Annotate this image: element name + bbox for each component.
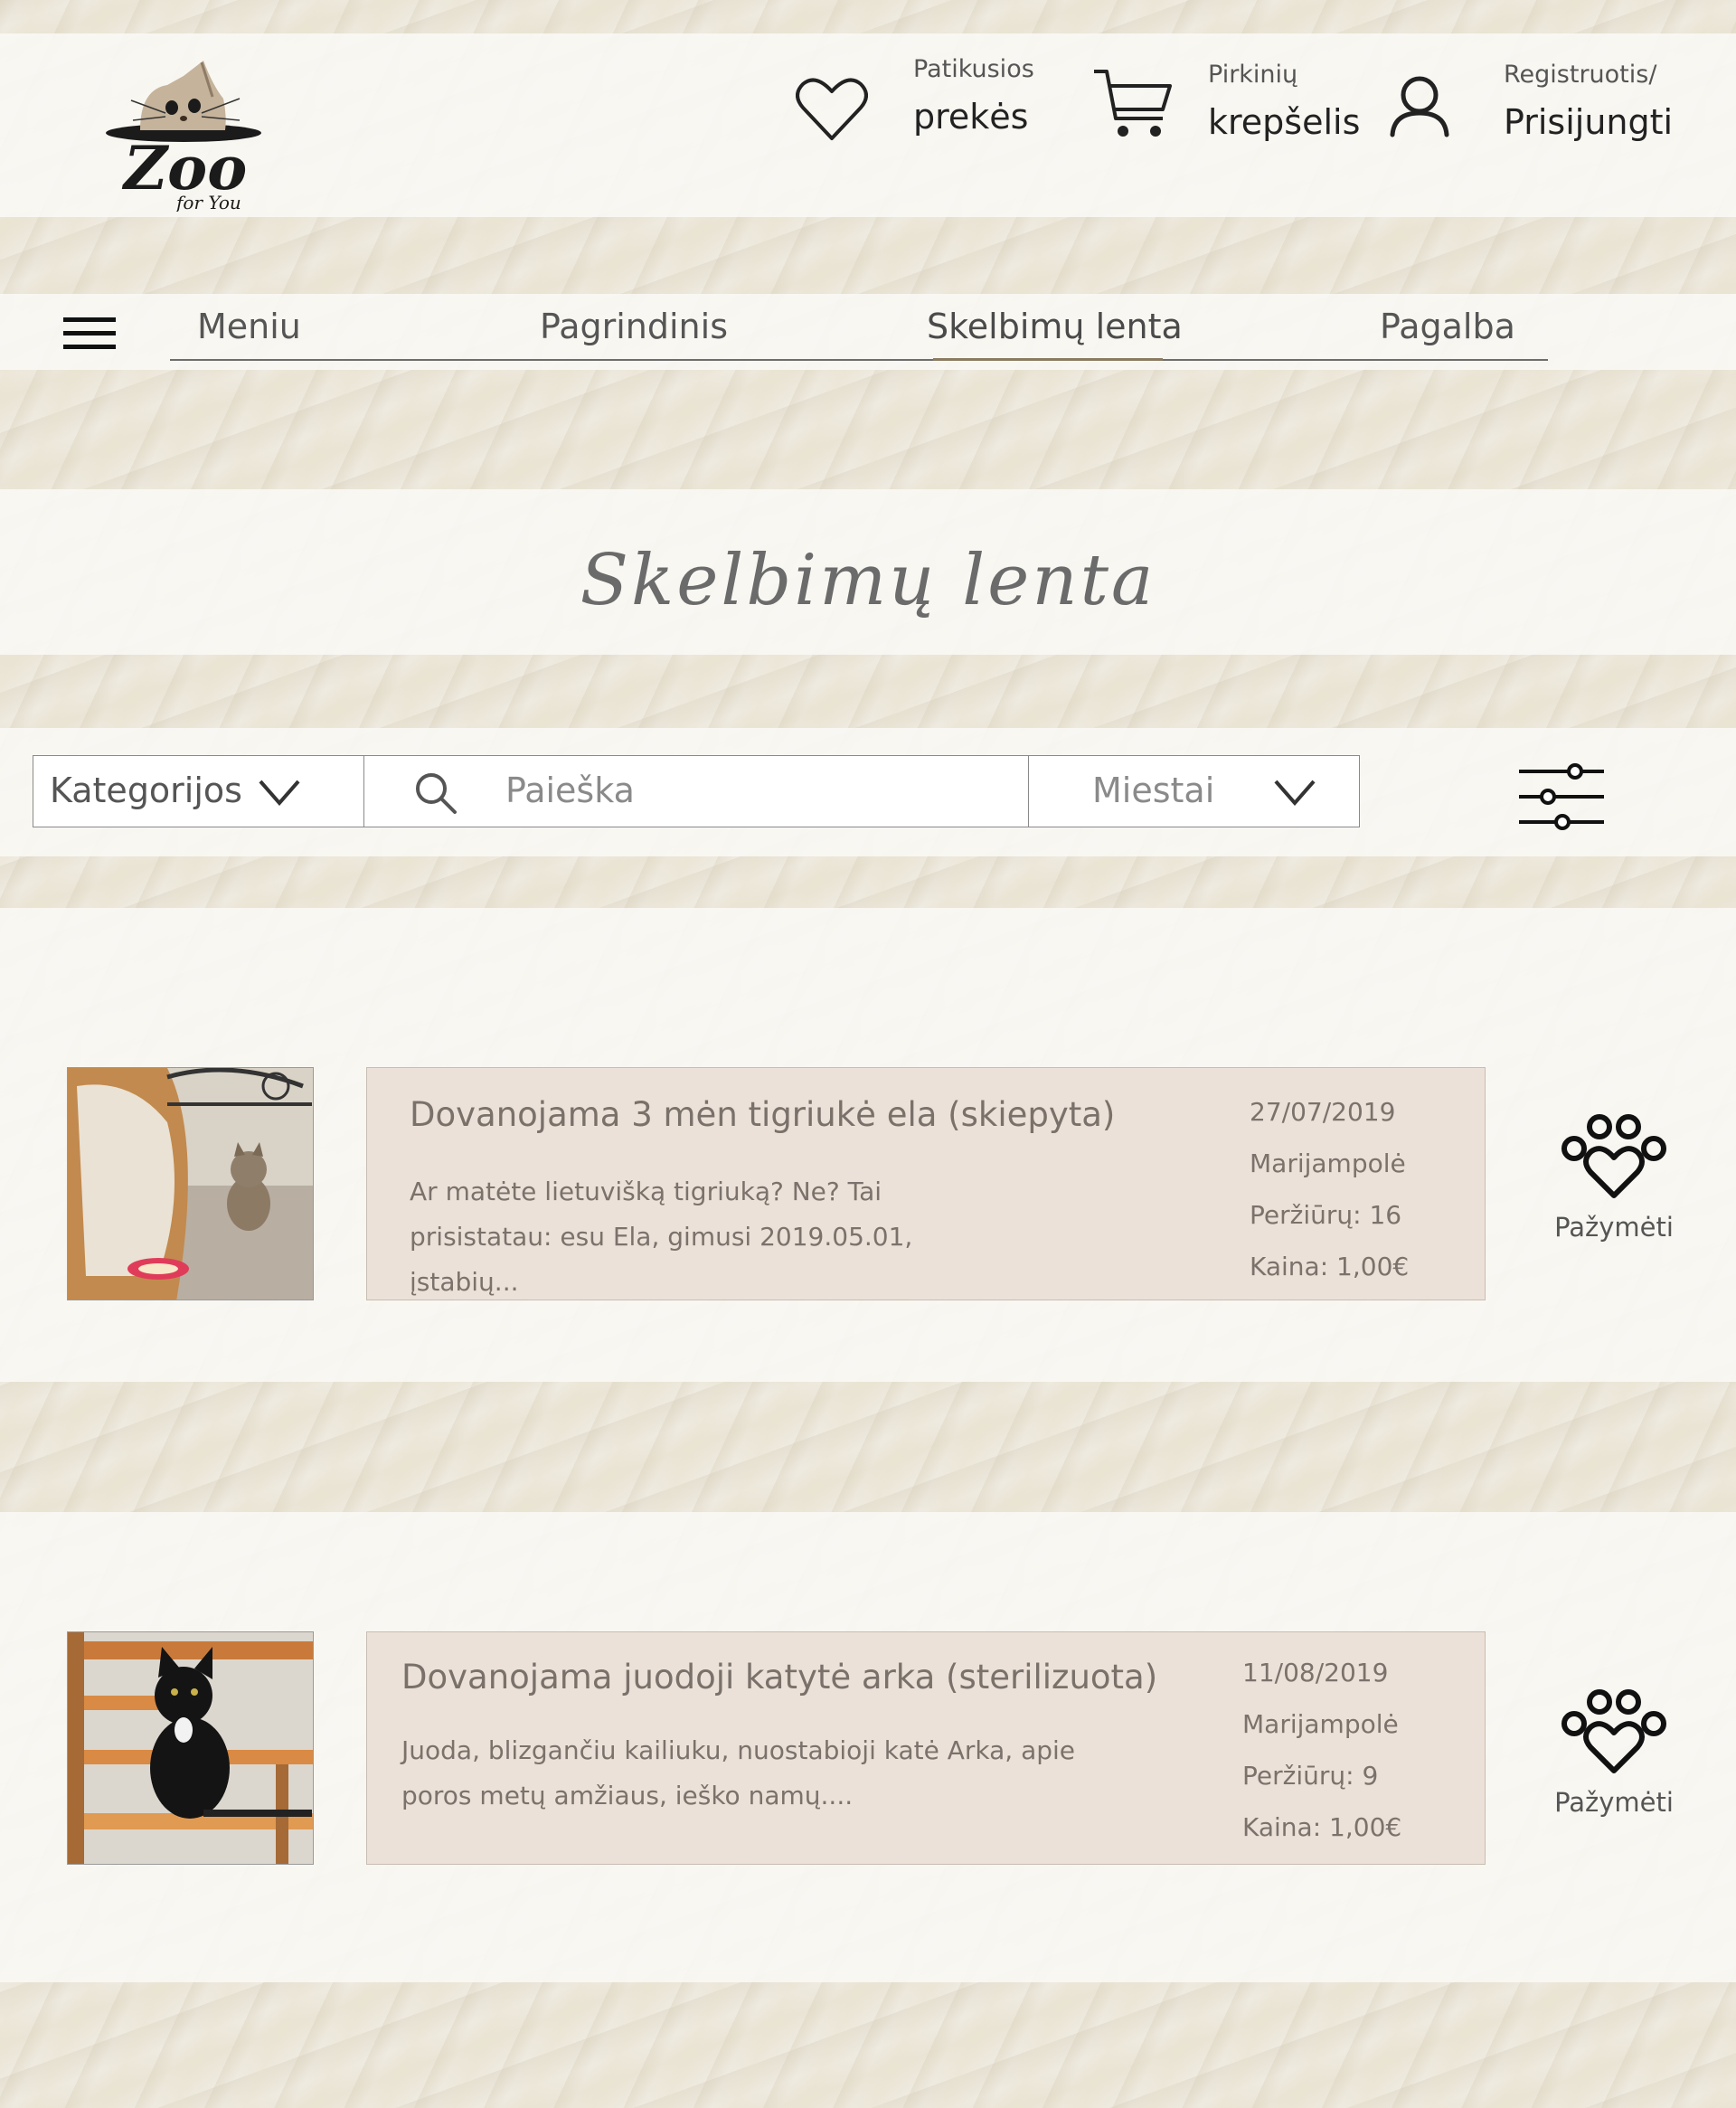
mark-listing-label: Pažymėti xyxy=(1554,1212,1674,1243)
favorites-label-small[interactable]: Patikusios xyxy=(913,55,1034,83)
favorites-label-big[interactable]: prekės xyxy=(913,97,1028,137)
nav-item-meniu[interactable]: Meniu xyxy=(197,307,301,346)
cart-icon[interactable] xyxy=(1092,66,1174,144)
listing-photo-black-cat[interactable] xyxy=(67,1631,314,1865)
nav-item-skelbimu-lenta[interactable]: Skelbimų lenta xyxy=(927,307,1183,346)
listing-card[interactable]: Dovanojama juodoji katytė arka (steriliz… xyxy=(366,1631,1486,1865)
logo-subtext: for You xyxy=(175,192,241,212)
search-box[interactable]: Paieška xyxy=(363,755,1029,827)
chevron-down-icon xyxy=(258,778,301,807)
listing-views: Peržiūrų: 16 xyxy=(1250,1200,1402,1230)
chevron-down-icon xyxy=(1273,778,1316,807)
hamburger-icon[interactable] xyxy=(63,316,116,352)
heart-icon[interactable] xyxy=(796,73,868,142)
filter-settings-icon[interactable] xyxy=(1517,761,1604,833)
listing-price: Kaina: 1,00€ xyxy=(1250,1252,1410,1281)
nav-item-pagrindinis[interactable]: Pagrindinis xyxy=(540,307,728,346)
listing-views: Peržiūrų: 9 xyxy=(1242,1761,1379,1791)
listing-city: Marijampolė xyxy=(1242,1709,1399,1739)
city-select-value: Miestai xyxy=(1092,770,1215,810)
search-input[interactable]: Paieška xyxy=(505,770,635,810)
nav-item-pagalba[interactable]: Pagalba xyxy=(1380,307,1515,346)
paw-heart-icon xyxy=(1560,1687,1668,1774)
nav-underline xyxy=(170,359,1548,361)
listing-row: Dovanojama juodoji katytė arka (steriliz… xyxy=(0,1512,1736,1982)
category-select-value: Kategorijos xyxy=(50,770,242,810)
listing-price: Kaina: 1,00€ xyxy=(1242,1812,1402,1842)
account-label-big[interactable]: Prisijungti xyxy=(1504,102,1673,142)
listing-date: 27/07/2019 xyxy=(1250,1097,1396,1127)
user-icon[interactable] xyxy=(1387,73,1452,138)
listing-photo-tabby-kitten[interactable] xyxy=(67,1067,314,1300)
listing-city: Marijampolė xyxy=(1250,1149,1406,1178)
paw-heart-icon xyxy=(1560,1112,1668,1199)
mark-listing-label: Pažymėti xyxy=(1554,1787,1674,1818)
city-select[interactable]: Miestai xyxy=(1028,755,1360,827)
listing-title[interactable]: Dovanojama 3 mėn tigriukė ela (skiepyta) xyxy=(410,1095,1115,1134)
page-title: Skelbimų lenta xyxy=(580,540,1156,621)
listing-date: 11/08/2019 xyxy=(1242,1658,1389,1687)
cart-label-small[interactable]: Pirkinių xyxy=(1208,61,1297,89)
nav-active-indicator xyxy=(933,358,1163,361)
listing-description: Juoda, blizgančiu kailiuku, nuostabioji … xyxy=(401,1735,1076,1810)
search-icon xyxy=(413,770,458,816)
account-label-small[interactable]: Registruotis/ xyxy=(1504,61,1656,89)
listing-title[interactable]: Dovanojama juodoji katytė arka (steriliz… xyxy=(401,1658,1157,1697)
listing-row: Dovanojama 3 mėn tigriukė ela (skiepyta)… xyxy=(0,908,1736,1382)
listing-card[interactable]: Dovanojama 3 mėn tigriukė ela (skiepyta)… xyxy=(366,1067,1486,1300)
main-nav: Meniu Pagrindinis Skelbimų lenta Pagalba xyxy=(0,294,1736,370)
cart-label-big[interactable]: krepšelis xyxy=(1208,102,1360,142)
title-section: Skelbimų lenta xyxy=(0,489,1736,655)
filter-bar: Kategorijos Paieška Miestai xyxy=(0,728,1736,856)
logo[interactable]: Zoo for You xyxy=(104,44,262,213)
site-header: Zoo for You Patikusios prekės Pirkinių k… xyxy=(0,33,1736,217)
mark-listing-button[interactable]: Pažymėti xyxy=(1542,1687,1686,1818)
listing-description: Ar matėte lietuvišką tigriuką? Ne? Tai p… xyxy=(410,1177,913,1297)
category-select[interactable]: Kategorijos xyxy=(33,755,364,827)
mark-listing-button[interactable]: Pažymėti xyxy=(1542,1112,1686,1243)
